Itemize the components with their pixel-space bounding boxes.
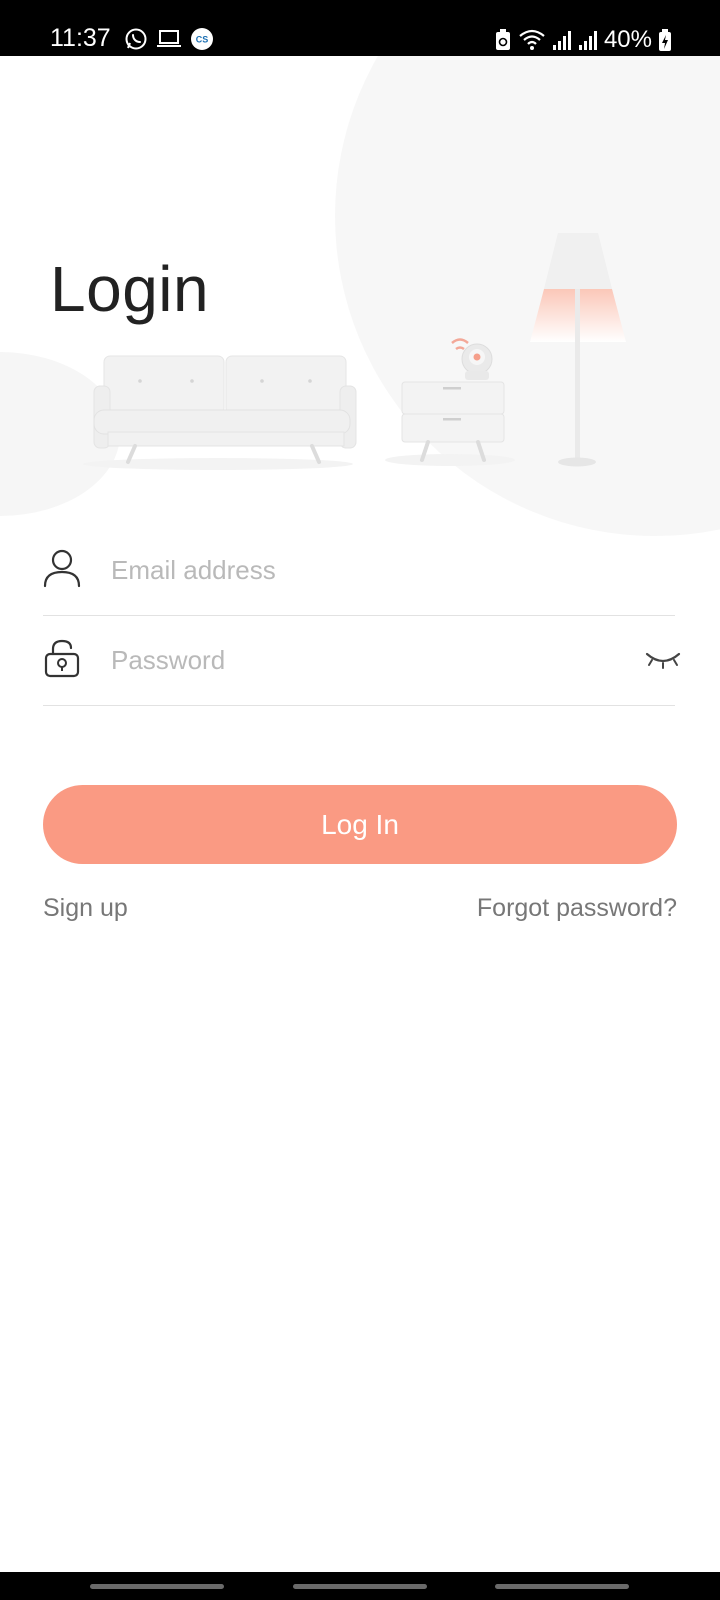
app-badge-icon: CS <box>191 28 213 50</box>
signal-icon <box>552 31 571 50</box>
battery-percent: 40% <box>603 26 652 53</box>
signal-icon <box>578 31 597 50</box>
forgot-password-link[interactable]: Forgot password? <box>477 894 677 923</box>
lock-icon <box>44 639 80 678</box>
battery-charging-icon <box>659 29 671 51</box>
svg-text:CS: CS <box>196 35 209 45</box>
whatsapp-icon <box>125 28 147 50</box>
user-icon <box>43 549 81 588</box>
email-input[interactable] <box>111 548 591 592</box>
nav-back-handle[interactable] <box>495 1584 629 1589</box>
sofa-illustration <box>83 355 357 470</box>
navigation-bar <box>0 1572 720 1600</box>
status-time: 11:37 <box>50 24 111 52</box>
battery-saver-icon <box>495 29 510 50</box>
wifi-icon <box>519 29 545 50</box>
side-table-illustration <box>385 381 515 466</box>
floor-lamp-illustration <box>530 233 626 467</box>
status-system-icons: 40% <box>494 26 672 54</box>
nav-recents-handle[interactable] <box>90 1584 224 1589</box>
page-title: Login <box>50 253 210 325</box>
email-field <box>43 526 675 616</box>
security-camera-illustration <box>451 338 493 380</box>
sign-up-link[interactable]: Sign up <box>43 894 128 923</box>
password-input[interactable] <box>111 638 591 682</box>
password-field <box>43 616 681 706</box>
eye-closed-icon[interactable] <box>643 646 683 672</box>
login-button[interactable]: Log In <box>43 785 677 864</box>
status-bar: 11:37 CS 40% <box>0 0 720 56</box>
laptop-icon <box>157 30 181 47</box>
nav-home-handle[interactable] <box>293 1584 427 1589</box>
status-notification-icons: CS <box>124 27 214 51</box>
login-screen: Login Log In Sign up Forgot password? <box>0 56 720 1572</box>
